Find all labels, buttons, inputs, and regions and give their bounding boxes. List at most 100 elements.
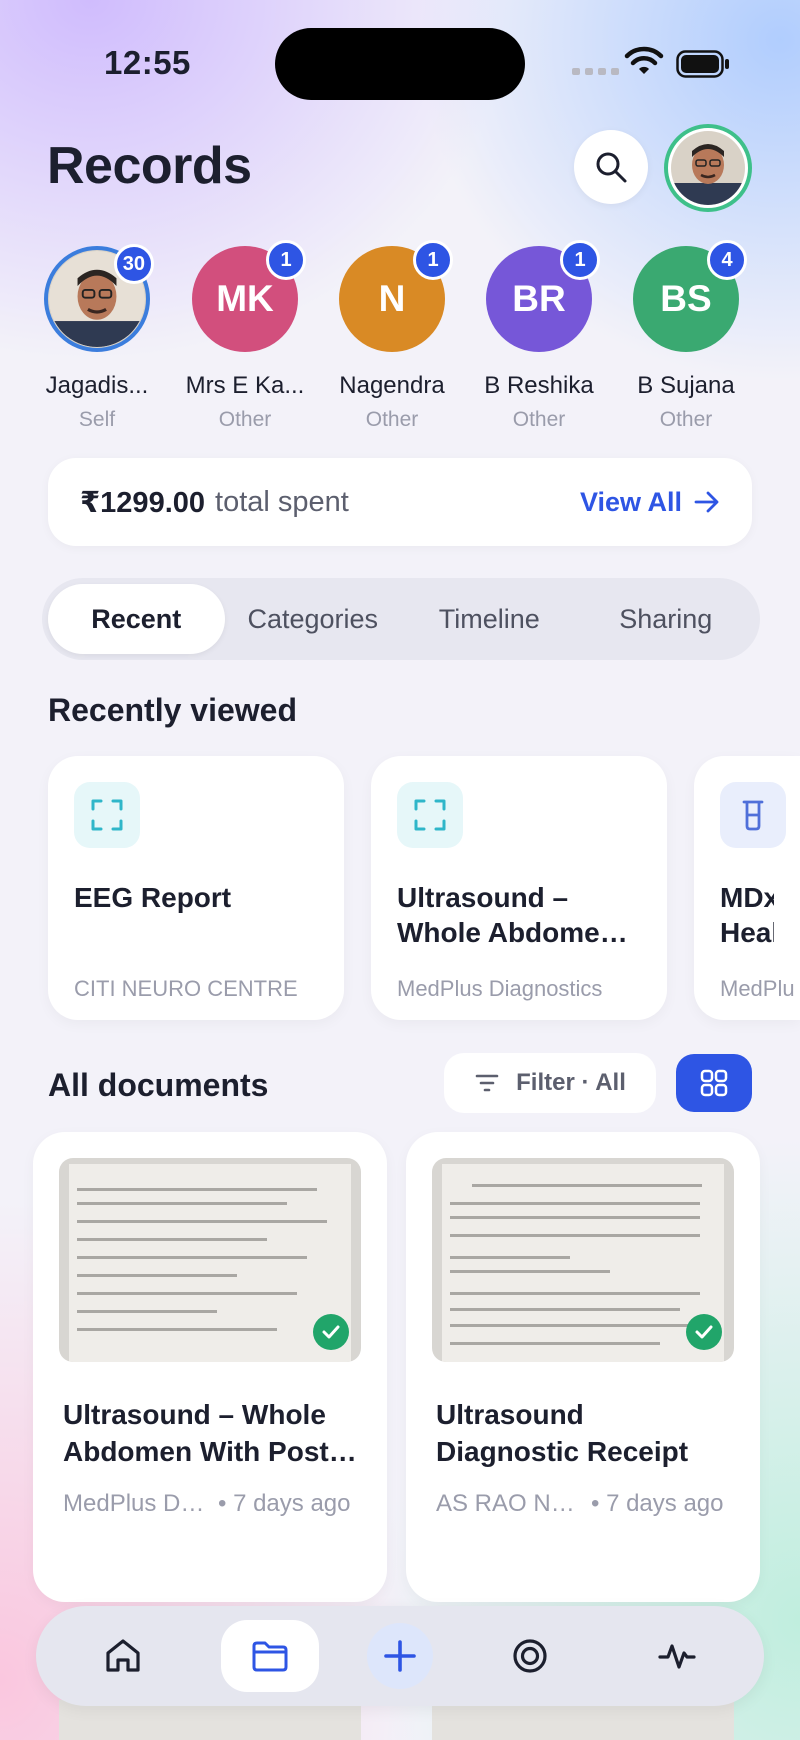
scan-icon [414,799,446,831]
segmented-tabs: Recent Categories Timeline Sharing [42,578,760,660]
document-paper [442,1164,724,1362]
person-avatar: N 1 [339,240,453,352]
document-time: • 7 days ago [591,1490,724,1517]
document-meta: AS RAO NA… • 7 days ago [432,1490,734,1518]
recent-card[interactable]: Ultrasound – Whole Abdome… MedPlus Diagn… [371,756,667,1020]
spend-summary-card: ₹1299.00 total spent View All [48,458,752,546]
view-all-label: View All [579,486,682,517]
person-relation: Other [659,408,713,431]
person-avatar: BS 4 [633,240,747,352]
tab-timeline[interactable]: Timeline [401,584,578,654]
count-badge: 1 [266,240,306,280]
person-relation: Other [512,408,566,431]
person-item[interactable]: BS 4 B Sujana Other [618,240,754,432]
bottom-nav [36,1606,764,1706]
all-documents-title: All documents [48,1067,269,1103]
filter-button[interactable]: Filter · All [444,1053,656,1113]
status-time: 12:55 [104,44,191,81]
document-source: MedPlus Di… [63,1490,208,1517]
person-item[interactable]: BR 1 B Reshika Other [471,240,607,432]
folder-icon [252,1641,288,1672]
document-card[interactable]: Ultrasound Diagnostic Receipt AS RAO NA…… [406,1132,760,1602]
battery-icon [676,50,729,78]
plus-icon [384,1640,416,1672]
nav-add[interactable] [366,1623,433,1689]
recent-card-subtitle: CITI NEURO CENTRE [74,976,298,1001]
search-button[interactable] [574,130,648,204]
icon-box [720,782,786,848]
person-relation: Self [78,408,116,431]
recent-card[interactable]: EEG Report CITI NEURO CENTRE [48,756,344,1020]
person-item[interactable]: MK 1 Mrs E Ka... Other [177,240,313,432]
person-avatar: MK 1 [192,240,306,352]
document-source: AS RAO NA… [436,1490,581,1517]
nav-records[interactable] [220,1620,319,1692]
recent-card-title: Ultrasound – Whole Abdome… [397,882,628,948]
document-paper [69,1164,351,1362]
person-name: Mrs E Ka... [185,372,305,399]
grid-view-toggle[interactable] [676,1054,752,1112]
icon-box [74,782,140,848]
person-name: B Reshika [484,372,594,399]
arrow-right-icon [694,491,719,513]
count-badge: 4 [707,240,747,280]
document-title: Ultrasound Diagnostic Receipt [436,1399,689,1467]
profile-avatar[interactable] [664,124,752,212]
page-title: Records [47,137,252,195]
dynamic-island [275,28,525,100]
nav-goals[interactable] [481,1620,579,1692]
icon-box [397,782,463,848]
tab-categories[interactable]: Categories [225,584,402,654]
grid-icon [700,1069,728,1097]
person-name: B Sujana [637,372,735,399]
person-name: Jagadis... [45,372,149,399]
document-thumbnail-peek [432,1700,734,1740]
person-name: Nagendra [339,372,445,399]
person-relation: Other [218,408,272,431]
avatar-initials: BR [512,278,566,319]
view-all-link[interactable]: View All [580,487,720,518]
test-tube-icon [742,800,764,831]
avatar-initials: N [378,278,406,319]
pulse-icon [658,1644,696,1669]
document-thumbnail [432,1158,734,1362]
document-card[interactable]: Ultrasound – Whole Abdomen With Post… Me… [33,1132,387,1602]
filter-icon [475,1074,499,1092]
spend-amount: ₹1299.00 [80,486,206,519]
verified-check-icon [686,1314,722,1350]
person-avatar: 30 [44,244,154,352]
home-icon [106,1639,140,1672]
document-title: Ultrasound – Whole Abdomen With Post… [63,1399,357,1467]
person-item[interactable]: 30 Jagadis... Self [29,244,165,432]
verified-check-icon [313,1314,349,1350]
wifi-icon [624,46,664,74]
document-time: • 7 days ago [218,1490,351,1517]
recent-card-title: EEG Report [74,882,232,913]
count-badge: 1 [413,240,453,280]
document-meta: MedPlus Di… • 7 days ago [59,1490,361,1518]
tab-recent[interactable]: Recent [48,584,225,654]
document-thumbnail [59,1158,361,1362]
recent-card-title: MDx Health [720,882,774,948]
person-relation: Other [365,408,419,431]
document-thumbnail-peek [59,1700,361,1740]
recent-card-subtitle: MedPlu [720,976,795,1001]
person-avatar: BR 1 [486,240,600,352]
count-badge: 1 [560,240,600,280]
search-icon [596,152,627,183]
tab-sharing[interactable]: Sharing [578,584,755,654]
avatar-initials: BS [660,278,712,319]
recent-card[interactable]: MDx Health MedPlu [694,756,800,1020]
person-item[interactable]: N 1 Nagendra Other [324,240,460,432]
scan-icon [91,799,123,831]
recent-card-subtitle: MedPlus Diagnostics [397,976,603,1001]
nav-home[interactable] [74,1620,172,1692]
recently-viewed-title: Recently viewed [48,692,297,728]
spend-label: total spent [215,485,349,518]
target-icon [513,1639,547,1673]
count-badge: 30 [113,244,154,284]
nav-vitals[interactable] [628,1620,726,1692]
filter-label: Filter · All [516,1069,626,1096]
avatar-photo [671,131,745,205]
cellular-signal-icon [572,68,619,75]
